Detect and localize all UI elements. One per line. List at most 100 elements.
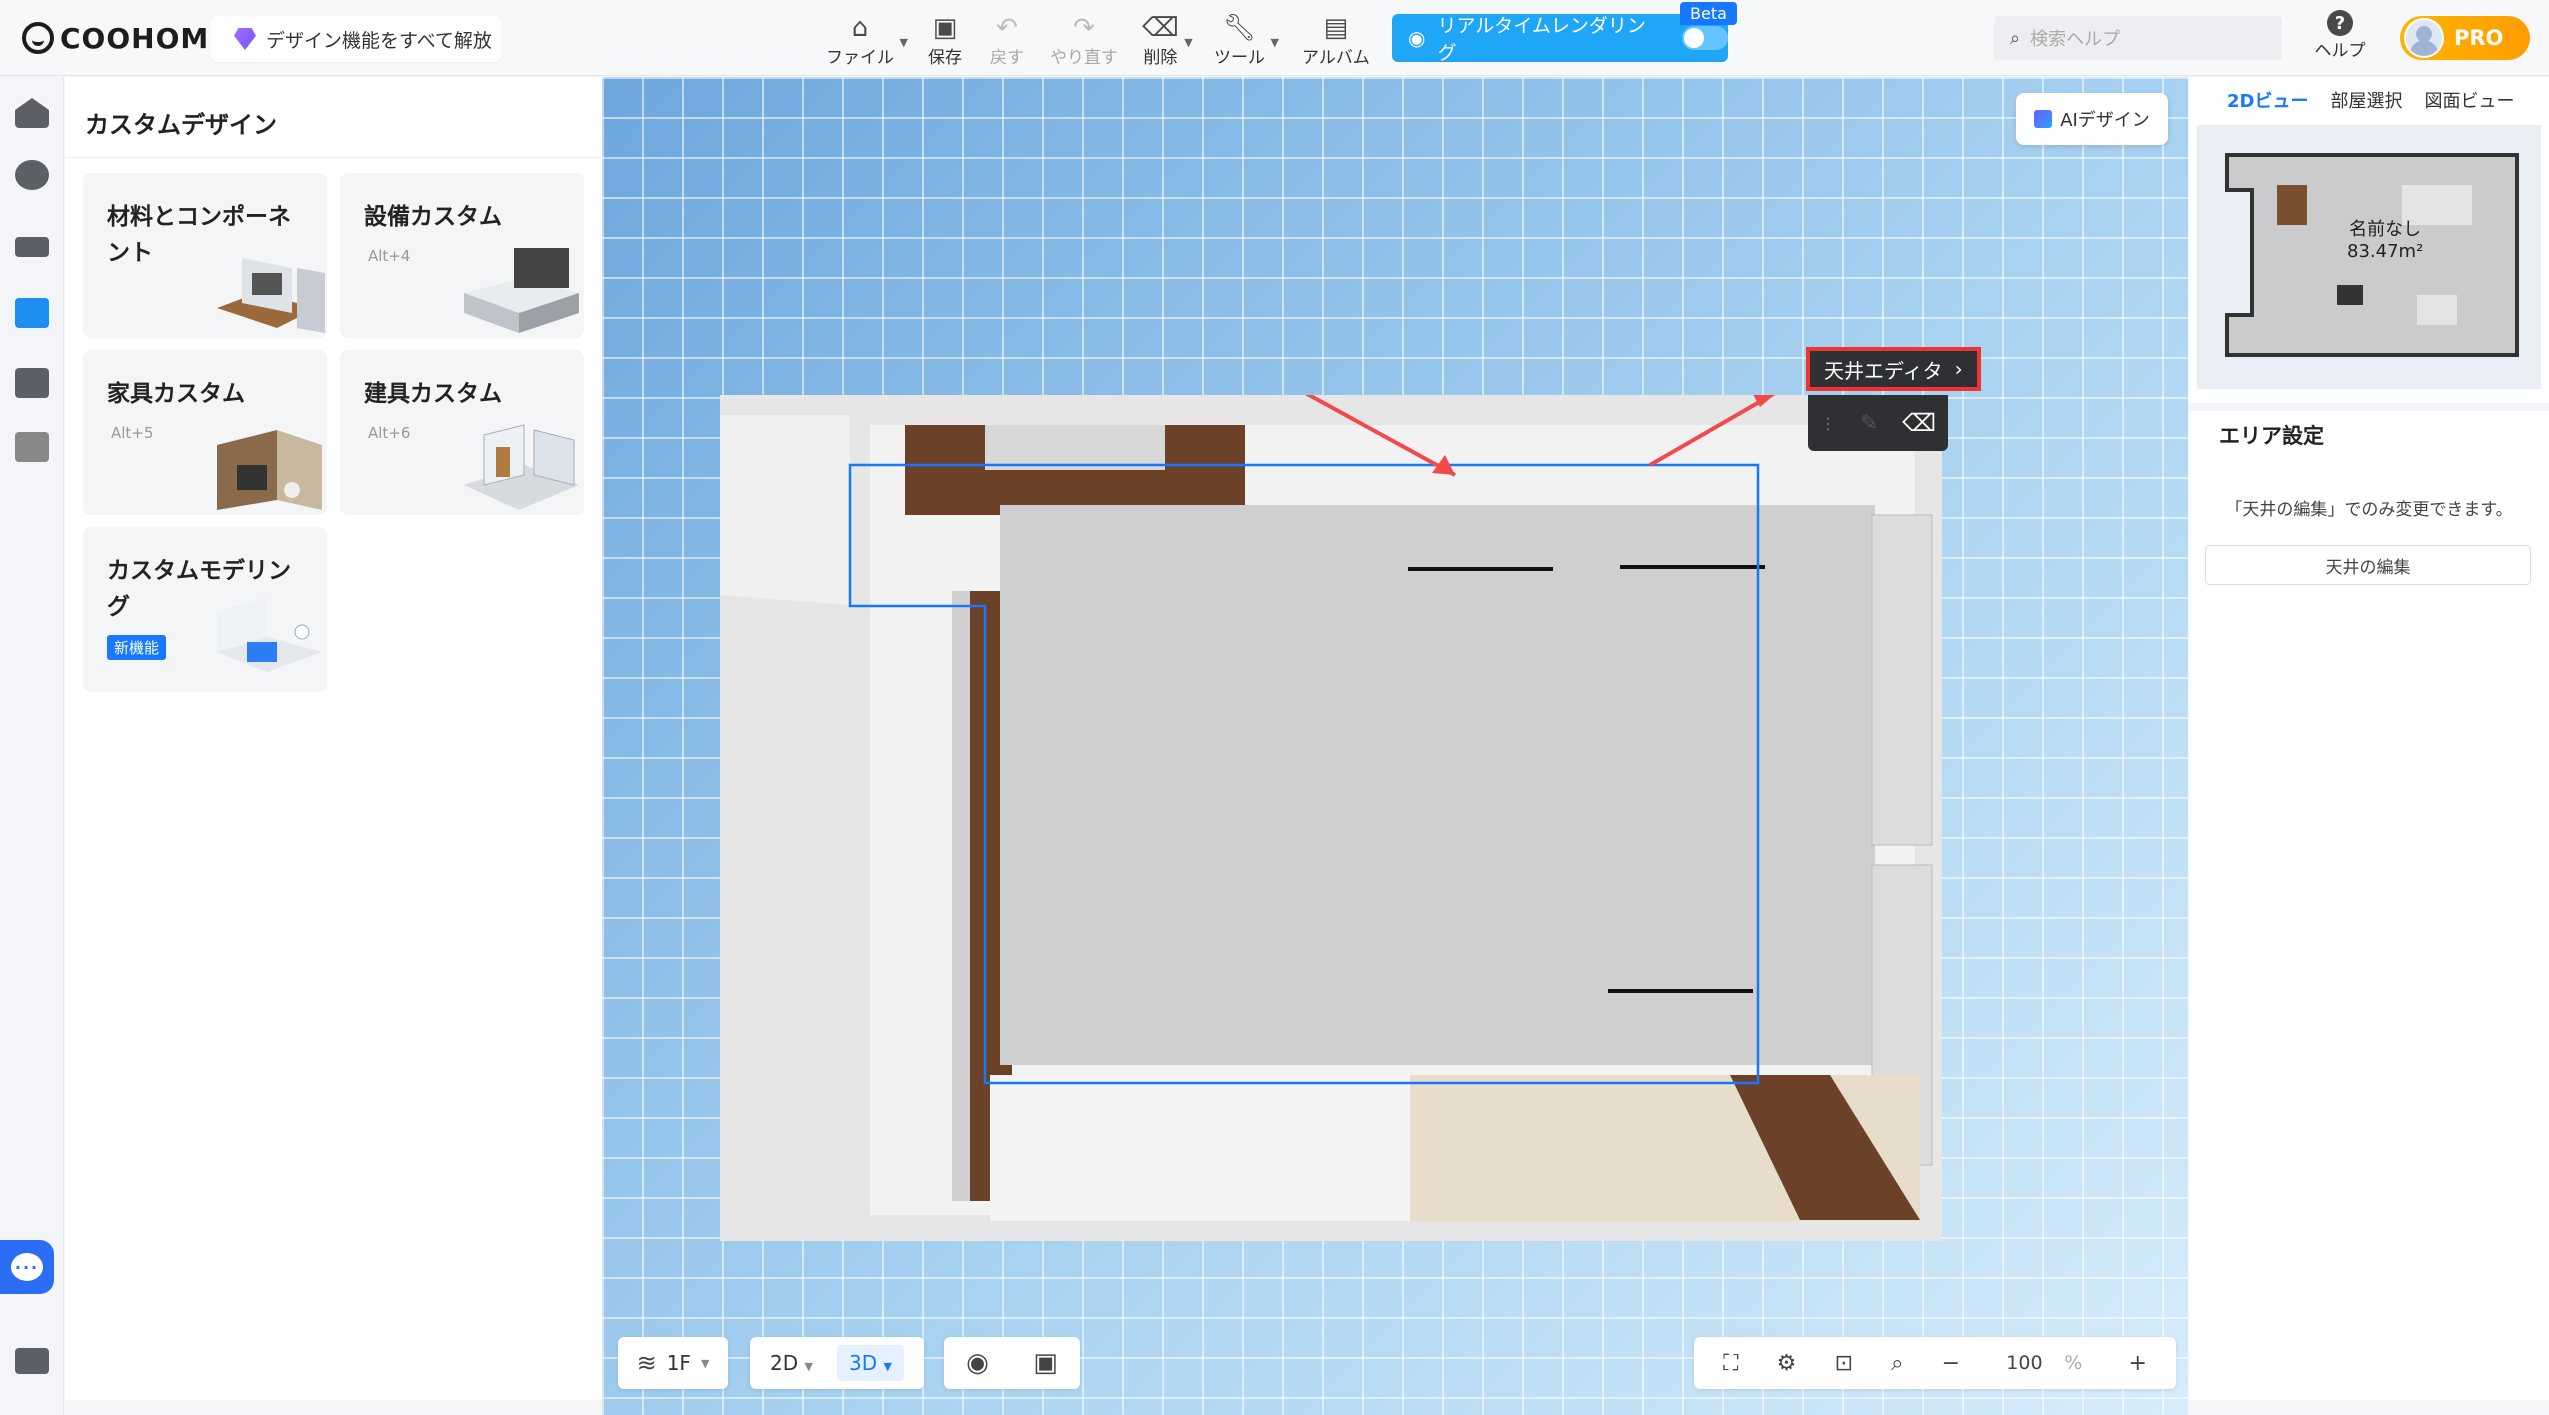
chevron-down-icon: ▼: [899, 36, 908, 49]
minimap-room-area: 83.47m²: [2347, 241, 2424, 262]
realtime-render-toggle[interactable]: ◉ リアルタイムレンダリング: [1392, 14, 1728, 64]
floor-selector[interactable]: ≋ 1F ▼: [618, 1337, 728, 1389]
zoom-value[interactable]: 100 %: [1998, 1348, 2090, 1378]
zoom-number: 100: [2006, 1352, 2043, 1374]
design-canvas[interactable]: AIデザイン 天井エディタ › ⋮ ✎ ⌫ ≋ 1F ▼ 2D ▼ 3D ▼ ◉…: [602, 77, 2188, 1415]
right-panel: 2Dビュー 部屋選択 図面ビュー 名前なし 83.47m² エリア設定 「天井の…: [2189, 77, 2549, 1400]
tab-room-select[interactable]: 部屋選択: [2330, 87, 2402, 113]
zoom-controls: ⛶ ⚙ ⊡ ⌕ − 100 % +: [1694, 1337, 2176, 1389]
card-materials[interactable]: 材料とコンポーネント: [83, 173, 327, 338]
ceiling-surface: [1000, 505, 1875, 1065]
chevron-right-icon: ›: [1954, 357, 1963, 381]
diamond-icon: [234, 28, 256, 50]
rail-floorplan-icon[interactable]: [12, 427, 52, 467]
question-icon: ?: [2327, 10, 2353, 36]
home-icon: ⌂: [851, 13, 869, 43]
unlock-label: デザイン機能をすべて解放: [266, 29, 492, 52]
rail-furniture-icon[interactable]: [12, 227, 52, 267]
top-toolbar: COOHOM デザイン機能をすべて解放 ⌂ ファイル ▼ ▣ 保存 ↶ 戻す ↷…: [0, 0, 2549, 76]
view-3d-button[interactable]: 3D ▼: [837, 1345, 904, 1381]
save-icon: ▣: [932, 13, 958, 43]
wrench-icon: 🔧︎: [1222, 13, 1256, 43]
card-equipment[interactable]: 設備カスタム Alt+4: [340, 173, 584, 338]
chevron-down-icon: ▼: [883, 1360, 892, 1373]
view-2d-button[interactable]: 2D ▼: [770, 1351, 813, 1375]
cube-icon[interactable]: ▣: [1033, 1348, 1058, 1378]
render-switch[interactable]: [1682, 26, 1728, 50]
unlock-features-button[interactable]: デザイン機能をすべて解放: [210, 16, 502, 62]
redo-button[interactable]: ↷ やり直す: [1050, 8, 1118, 68]
album-icon: ▤: [1323, 13, 1349, 43]
ceiling-editor-label: 天井エディタ: [1824, 358, 1943, 383]
rail-settings-icon[interactable]: [12, 1341, 52, 1381]
minimap[interactable]: 名前なし 83.47m²: [2197, 125, 2541, 389]
eye-icon[interactable]: ◉: [966, 1348, 989, 1378]
coohom-logo[interactable]: COOHOM: [22, 18, 209, 58]
panel-title: カスタムデザイン: [85, 111, 277, 139]
beta-badge: Beta: [1680, 2, 1737, 25]
avatar: [2404, 18, 2444, 58]
drag-handle-icon[interactable]: ⋮: [1820, 414, 1836, 433]
save-button[interactable]: ▣ 保存: [928, 8, 962, 68]
tools-label: ツール: [1214, 48, 1265, 68]
top-shelf: [985, 425, 1165, 470]
ai-design-label: AIデザイン: [2060, 110, 2150, 131]
help-label: ヘルプ: [2314, 41, 2366, 61]
ai-design-button[interactable]: AIデザイン: [2016, 93, 2168, 145]
furniture-thumbnail: [217, 430, 322, 510]
fit-view-icon[interactable]: ⛶: [1723, 1351, 1738, 1376]
album-button[interactable]: ▤ アルバム: [1302, 8, 1370, 68]
card-title: 建具カスタム: [364, 381, 502, 407]
tools-menu-button[interactable]: 🔧︎ ツール ▼: [1214, 8, 1279, 68]
zoom-search-icon[interactable]: ⌕: [1891, 1351, 1903, 1376]
delete-button[interactable]: ⌫ 削除 ▼: [1142, 8, 1193, 68]
delete-label: 削除: [1143, 48, 1178, 68]
zoom-out-icon[interactable]: −: [1942, 1351, 1960, 1376]
help-search-input[interactable]: ⌕ 検索ヘルプ: [1994, 16, 2282, 60]
area-settings-note: 「天井の編集」でのみ変更できます。: [2225, 500, 2513, 520]
tab-drawing-view[interactable]: 図面ビュー: [2424, 87, 2514, 113]
view-tabs: 2Dビュー 部屋選択 図面ビュー: [2189, 77, 2549, 123]
chevron-down-icon: ▼: [1184, 36, 1193, 49]
equipment-thumbnail: [464, 248, 579, 333]
chat-support-button[interactable]: ···: [0, 1240, 54, 1294]
view-3d-label: 3D: [849, 1351, 878, 1375]
file-menu-button[interactable]: ⌂ ファイル ▼: [826, 8, 908, 68]
save-label: 保存: [928, 48, 962, 68]
render-label: リアルタイムレンダリング: [1437, 15, 1646, 64]
fittings-thumbnail: [464, 424, 579, 510]
rail-build-icon[interactable]: [12, 93, 52, 133]
album-label: アルバム: [1302, 48, 1370, 68]
camera-settings-icon[interactable]: ⚙: [1777, 1351, 1797, 1376]
focus-icon[interactable]: ⊡: [1835, 1351, 1853, 1376]
undo-button[interactable]: ↶ 戻す: [990, 8, 1024, 68]
custom-design-panel: カスタムデザイン 材料とコンポーネント 設備カスタム Alt+4 家具カスタム …: [65, 77, 602, 1400]
card-custom-modeling[interactable]: カスタムモデリング 新機能: [83, 527, 327, 692]
view-mode-switch: 2D ▼ 3D ▼: [750, 1337, 924, 1389]
card-title: 設備カスタム: [364, 204, 502, 230]
curtain: [990, 1075, 1410, 1221]
eraser-icon[interactable]: ⌫: [1902, 409, 1936, 437]
pro-account-button[interactable]: PRO: [2400, 16, 2530, 60]
edit-ceiling-button[interactable]: 天井の編集: [2205, 545, 2531, 585]
zoom-in-icon[interactable]: +: [2128, 1351, 2146, 1376]
tab-2d-view[interactable]: 2Dビュー: [2227, 87, 2308, 113]
rail-custom-design-icon[interactable]: [12, 293, 52, 333]
logo-text: COOHOM: [60, 21, 210, 55]
layers-icon: ≋: [636, 1349, 657, 1377]
undo-label: 戻す: [990, 48, 1024, 68]
undo-icon: ↶: [996, 13, 1018, 43]
light-strip: [1608, 989, 1753, 993]
chevron-down-icon: ▼: [700, 1356, 710, 1370]
room-3d-view[interactable]: [720, 395, 1942, 1241]
card-furniture[interactable]: 家具カスタム Alt+5: [83, 350, 327, 515]
rail-camera-icon[interactable]: [12, 363, 52, 403]
ceiling-editor-button[interactable]: 天井エディタ ›: [1806, 347, 1981, 391]
card-fittings[interactable]: 建具カスタム Alt+6: [340, 350, 584, 515]
rail-lighting-icon[interactable]: [12, 155, 52, 195]
pen-icon[interactable]: ✎: [1860, 411, 1878, 436]
camera-icon: ◉: [1408, 26, 1426, 50]
pro-label: PRO: [2454, 26, 2504, 50]
help-button[interactable]: ? ヘルプ: [2310, 10, 2370, 61]
window-upper: [1871, 514, 1933, 846]
